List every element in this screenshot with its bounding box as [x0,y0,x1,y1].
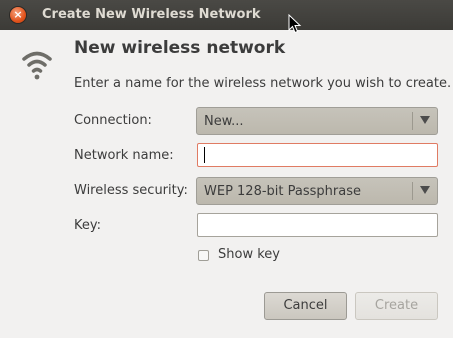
network-name-label: Network name: [74,148,174,163]
combo-separator [412,112,413,130]
show-key-checkbox[interactable] [198,250,209,261]
text-caret [204,147,205,163]
connection-combo[interactable]: New... [196,107,438,135]
combo-separator [412,182,413,200]
window-titlebar[interactable]: × Create New Wireless Network [0,0,453,30]
create-button[interactable]: Create [355,292,438,320]
network-name-input[interactable] [197,143,438,167]
mouse-pointer-icon [288,14,302,34]
chevron-down-icon [420,116,430,124]
wireless-security-combo[interactable]: WEP 128-bit Passphrase [196,177,438,205]
wireless-security-value: WEP 128-bit Passphrase [204,184,361,199]
connection-label: Connection: [74,113,152,128]
close-button[interactable]: × [10,7,26,23]
window-title: Create New Wireless Network [42,7,261,22]
connection-value: New... [204,114,244,129]
wireless-security-label: Wireless security: [74,183,188,198]
chevron-down-icon [420,186,430,194]
key-label: Key: [74,218,102,233]
dialog-heading: New wireless network [74,38,286,58]
dialog-description: Enter a name for the wireless network yo… [74,76,452,91]
close-icon: × [13,8,23,21]
key-input[interactable] [197,213,438,237]
show-key-label[interactable]: Show key [218,247,280,262]
cancel-button[interactable]: Cancel [264,292,347,320]
wifi-icon [22,51,52,80]
